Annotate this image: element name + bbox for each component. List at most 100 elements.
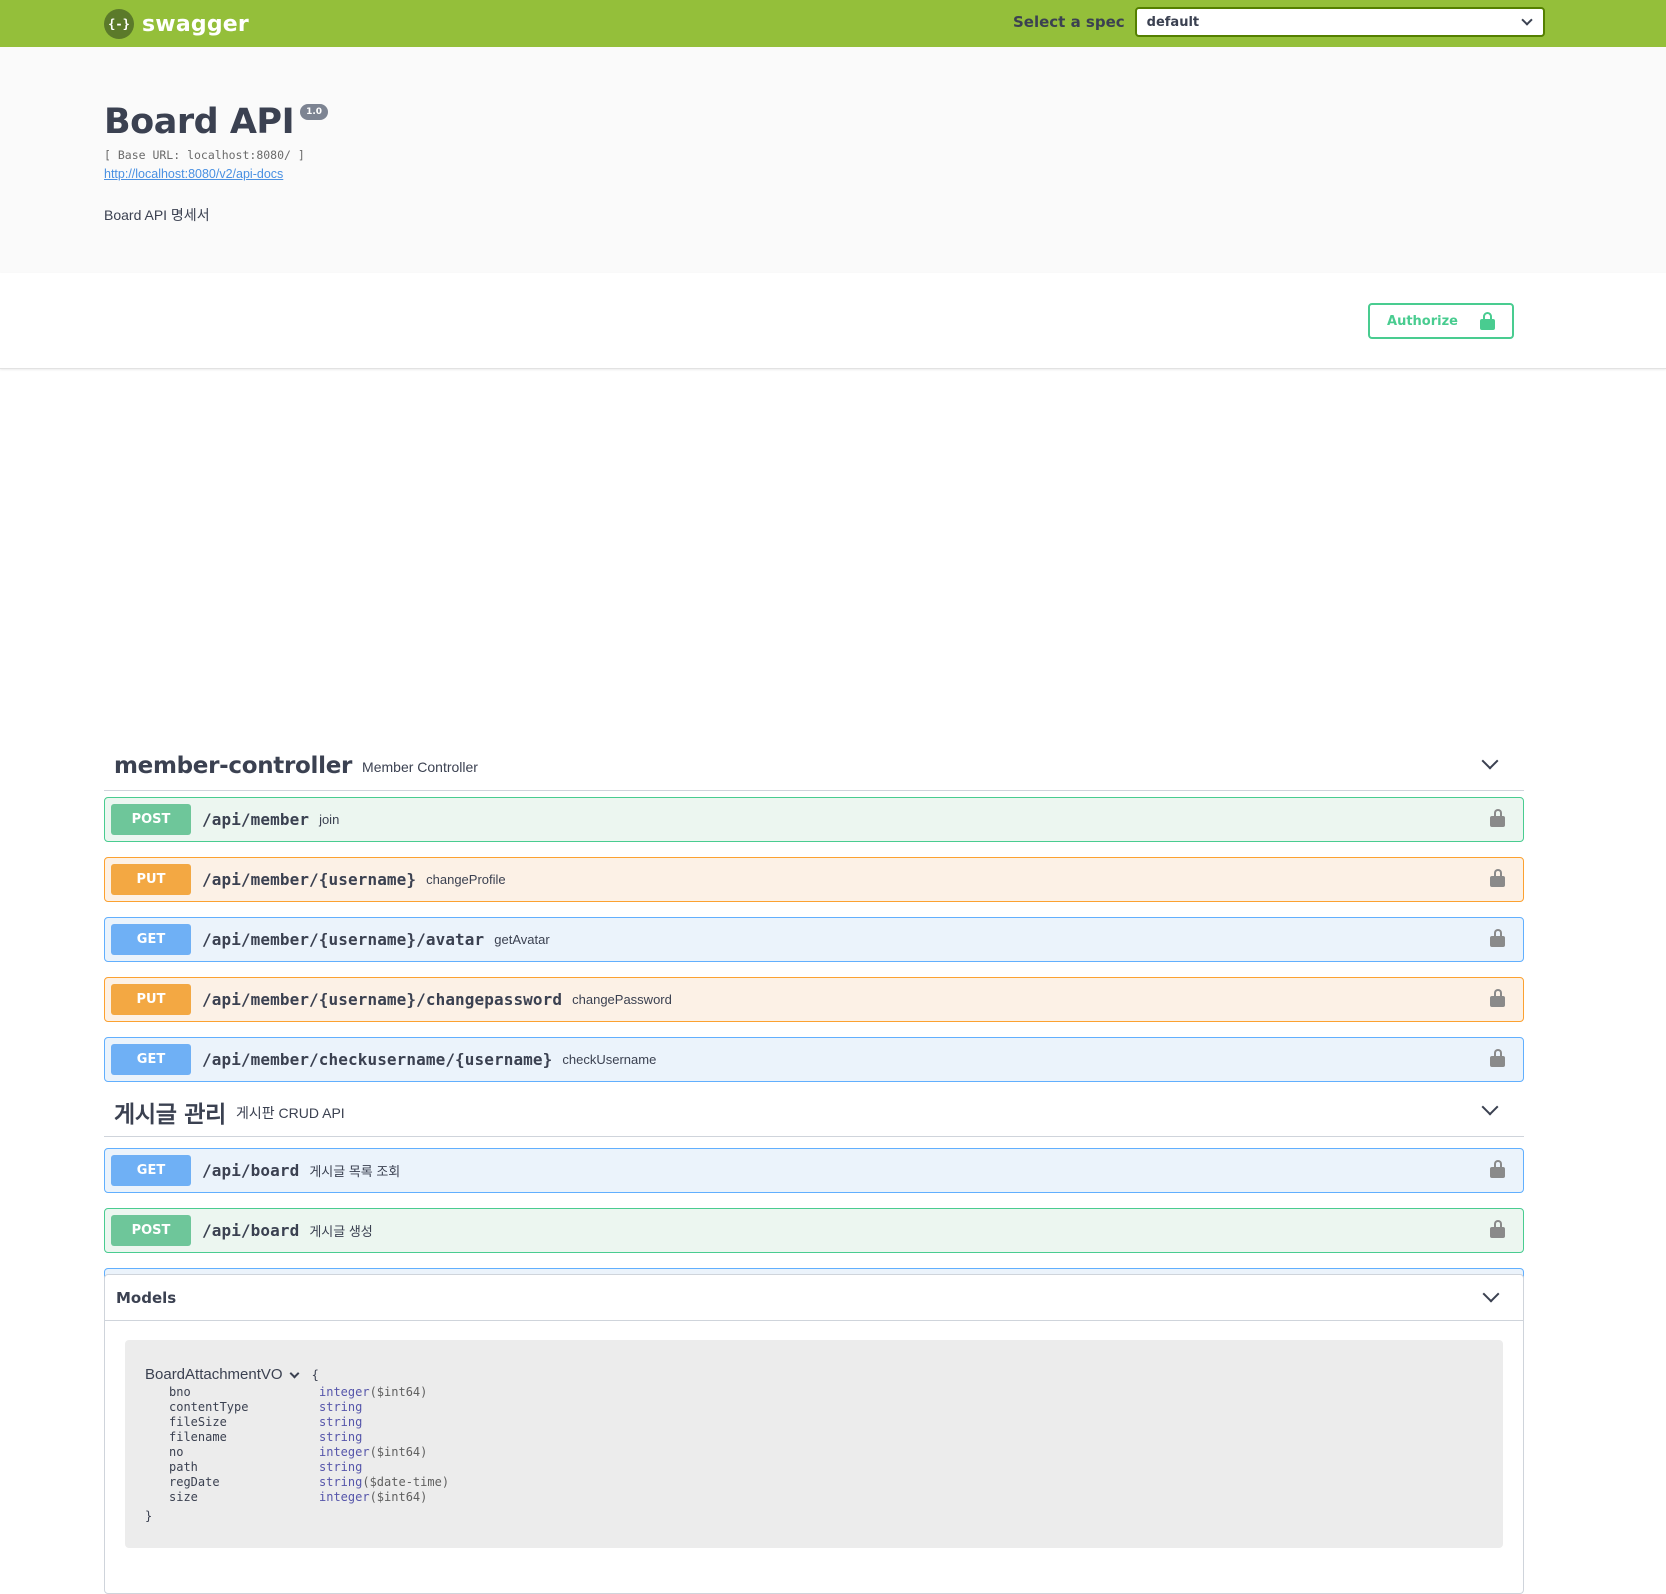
property-type: string bbox=[319, 1415, 363, 1429]
spec-select-value: default bbox=[1146, 14, 1200, 30]
model-property: size integer ($int64) bbox=[145, 1490, 1483, 1505]
operation-path: /api/member/checkusername/{username} bbox=[202, 1050, 553, 1069]
lock-icon bbox=[1479, 312, 1495, 330]
version-badge: 1.0 bbox=[300, 104, 329, 120]
operation-summary: join bbox=[319, 812, 340, 827]
spec-selector: Select a spec default bbox=[1013, 7, 1545, 37]
lock-icon[interactable] bbox=[1490, 1220, 1505, 1238]
api-info: Board API 1.0 [ Base URL: localhost:8080… bbox=[0, 47, 1666, 273]
top-bar: {-} swagger Select a spec default bbox=[0, 0, 1666, 47]
operation-summary: changeProfile bbox=[426, 872, 506, 887]
property-type: integer bbox=[319, 1445, 370, 1459]
chevron-down-icon bbox=[1481, 1098, 1499, 1116]
authorize-button[interactable]: Authorize bbox=[1368, 303, 1514, 339]
operation-row[interactable]: POST/api/member join bbox=[104, 797, 1524, 842]
api-docs-link[interactable]: http://localhost:8080/v2/api-docs bbox=[104, 167, 283, 181]
model-box: BoardAttachmentVO { bno integer ($int64) co… bbox=[125, 1340, 1503, 1548]
model-property: contentType string bbox=[145, 1400, 1483, 1415]
close-brace: } bbox=[145, 1509, 153, 1523]
open-brace: { bbox=[311, 1367, 319, 1382]
tag-description: Member Controller bbox=[362, 759, 478, 775]
model-property: path string bbox=[145, 1460, 1483, 1475]
chevron-down-icon bbox=[1520, 14, 1533, 26]
chevron-down-icon bbox=[1481, 752, 1499, 770]
page-title: Board API bbox=[104, 102, 295, 142]
swagger-logo-icon: {-} bbox=[104, 9, 134, 39]
method-badge: PUT bbox=[111, 984, 191, 1015]
base-url: [ Base URL: localhost:8080/ ] bbox=[104, 148, 305, 162]
property-name: filename bbox=[169, 1430, 227, 1444]
tag-name: 게시글 관리 bbox=[114, 1101, 227, 1128]
method-badge: POST bbox=[111, 1215, 191, 1246]
tag-description: 게시판 CRUD API bbox=[236, 1105, 345, 1121]
property-name: contentType bbox=[169, 1400, 249, 1414]
operation-path: /api/member/{username} bbox=[202, 870, 417, 889]
method-badge: PUT bbox=[111, 864, 191, 895]
model-properties: bno integer ($int64) contentType string fileS… bbox=[145, 1385, 1483, 1505]
tag-header[interactable]: 게시글 관리 게시판 CRUD API bbox=[104, 1087, 1524, 1137]
chevron-down-icon bbox=[1482, 1285, 1500, 1303]
property-name: fileSize bbox=[169, 1415, 227, 1429]
models-title: Models bbox=[116, 1288, 177, 1307]
api-description: Board API 명세서 bbox=[104, 207, 210, 223]
property-type: string bbox=[319, 1475, 363, 1489]
lock-icon[interactable] bbox=[1490, 1160, 1505, 1178]
swagger-logo[interactable]: {-} swagger bbox=[104, 9, 249, 39]
property-format: ($int64) bbox=[369, 1385, 428, 1399]
tag-name: member-controller bbox=[114, 752, 353, 779]
operation-path: /api/board bbox=[202, 1221, 300, 1240]
model-name: BoardAttachmentVO bbox=[145, 1366, 283, 1383]
operation-summary: checkUsername bbox=[562, 1052, 657, 1067]
property-type: string bbox=[319, 1400, 363, 1414]
lock-icon[interactable] bbox=[1490, 869, 1505, 887]
property-format: ($int64) bbox=[369, 1445, 428, 1459]
spec-select[interactable]: default bbox=[1134, 7, 1545, 37]
property-type: integer bbox=[319, 1490, 370, 1504]
operation-summary: 게시글 목록 조회 bbox=[309, 1164, 401, 1179]
lock-icon[interactable] bbox=[1490, 1049, 1505, 1067]
operation-row[interactable]: POST/api/board 게시글 생성 bbox=[104, 1208, 1524, 1253]
lock-icon[interactable] bbox=[1490, 929, 1505, 947]
model-property: regDate string ($date-time) bbox=[145, 1475, 1483, 1490]
models-header[interactable]: Models bbox=[105, 1275, 1523, 1321]
operation-row[interactable]: GET/api/board 게시글 목록 조회 bbox=[104, 1148, 1524, 1193]
method-badge: POST bbox=[111, 804, 191, 835]
operation-summary: getAvatar bbox=[494, 932, 550, 947]
property-type: string bbox=[319, 1460, 363, 1474]
method-badge: GET bbox=[111, 1044, 191, 1075]
chevron-down-icon bbox=[289, 1368, 300, 1378]
scheme-container: Authorize bbox=[0, 273, 1666, 369]
models-section: Models BoardAttachmentVO { bno integer ($i… bbox=[104, 1274, 1524, 1594]
lock-icon[interactable] bbox=[1490, 809, 1505, 827]
model-property: fileSize string bbox=[145, 1415, 1483, 1430]
method-badge: GET bbox=[111, 1155, 191, 1186]
property-format: ($date-time) bbox=[362, 1475, 450, 1489]
swagger-logo-text: swagger bbox=[142, 11, 249, 37]
operation-path: /api/board bbox=[202, 1161, 300, 1180]
model-name-row[interactable]: BoardAttachmentVO { bbox=[145, 1366, 1483, 1383]
property-type: string bbox=[319, 1430, 363, 1444]
operation-summary: changePassword bbox=[572, 992, 672, 1007]
property-format: ($int64) bbox=[369, 1490, 428, 1504]
property-name: regDate bbox=[169, 1475, 220, 1489]
operation-row[interactable]: GET/api/member/{username}/avatar getAvata… bbox=[104, 917, 1524, 962]
operation-row[interactable]: PUT/api/member/{username}/changepassword… bbox=[104, 977, 1524, 1022]
operation-path: /api/member/{username}/changepassword bbox=[202, 990, 563, 1009]
operation-row[interactable]: PUT/api/member/{username} changeProfile bbox=[104, 857, 1524, 902]
operation-path: /api/member/{username}/avatar bbox=[202, 930, 485, 949]
tag-header[interactable]: member-controller Member Controller bbox=[104, 741, 1524, 791]
model-property: no integer ($int64) bbox=[145, 1445, 1483, 1460]
method-badge: GET bbox=[111, 924, 191, 955]
operation-row[interactable]: GET/api/member/checkusername/{username} c… bbox=[104, 1037, 1524, 1082]
property-name: bno bbox=[169, 1385, 191, 1399]
operation-path: /api/member bbox=[202, 810, 310, 829]
property-name: path bbox=[169, 1460, 198, 1474]
spec-label: Select a spec bbox=[1013, 13, 1125, 31]
lock-icon[interactable] bbox=[1490, 989, 1505, 1007]
model-property: bno integer ($int64) bbox=[145, 1385, 1483, 1400]
title-row: Board API 1.0 bbox=[104, 102, 329, 142]
model-property: filename string bbox=[145, 1430, 1483, 1445]
property-type: integer bbox=[319, 1385, 370, 1399]
property-name: no bbox=[169, 1445, 184, 1459]
authorize-label: Authorize bbox=[1387, 313, 1458, 329]
